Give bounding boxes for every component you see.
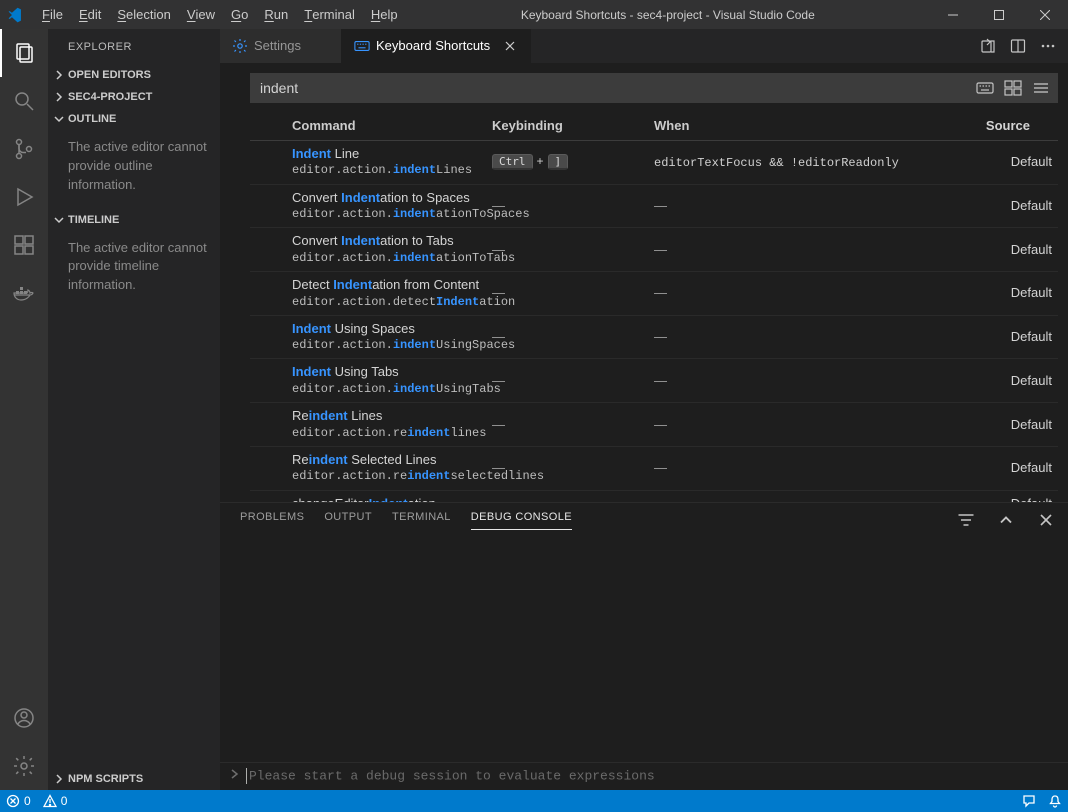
bottom-panel: PROBLEMS OUTPUT TERMINAL DEBUG CONSOLE Plea…	[220, 502, 1068, 790]
keybinding-row[interactable]: changeEditorIndentation——Default	[250, 491, 1058, 503]
panel-tab-problems[interactable]: PROBLEMS	[240, 511, 304, 530]
menu-run[interactable]: Run	[256, 0, 296, 29]
keybinding-row[interactable]: Convert Indentation to Spaceseditor.acti…	[250, 185, 1058, 229]
activity-bar	[0, 29, 48, 790]
tab-settings[interactable]: Settings	[220, 29, 342, 63]
keybinding-row[interactable]: Indent Lineeditor.action.indentLinesCtrl…	[250, 141, 1058, 185]
menu-terminal[interactable]: Terminal	[296, 0, 363, 29]
debug-placeholder: Please start a debug session to evaluate…	[249, 768, 655, 783]
keybinding-row[interactable]: Reindent Selected Lineseditor.action.rei…	[250, 447, 1058, 491]
keybinding-row[interactable]: Indent Using Tabseditor.action.indentUsi…	[250, 359, 1058, 403]
app-logo	[0, 6, 34, 24]
panel-tab-output[interactable]: OUTPUT	[324, 511, 372, 530]
titlebar: FileEditSelectionViewGoRunTerminalHelp K…	[0, 0, 1068, 29]
split-editor-icon[interactable]	[1010, 38, 1026, 54]
keybinding-row[interactable]: Indent Using Spaceseditor.action.indentU…	[250, 316, 1058, 360]
minimize-button[interactable]	[930, 0, 976, 29]
keyboard-icon	[354, 38, 370, 54]
prompt-chevron-icon	[230, 768, 240, 783]
menu-selection[interactable]: Selection	[109, 0, 178, 29]
panel-tabs: PROBLEMS OUTPUT TERMINAL DEBUG CONSOLE	[220, 503, 1068, 537]
sidebar-section-open-editors[interactable]: OPEN EDITORS	[48, 64, 220, 86]
menu-edit[interactable]: Edit	[71, 0, 109, 29]
menu-help[interactable]: Help	[363, 0, 406, 29]
activity-docker[interactable]	[0, 269, 48, 317]
panel-filter-icon[interactable]	[956, 510, 976, 530]
maximize-button[interactable]	[976, 0, 1022, 29]
tab-keyboard-shortcuts[interactable]: Keyboard Shortcuts	[342, 29, 531, 63]
panel-tab-terminal[interactable]: TERMINAL	[392, 511, 451, 530]
header-source[interactable]: Source	[924, 118, 1058, 133]
activity-run-debug[interactable]	[0, 173, 48, 221]
header-keybinding[interactable]: Keybinding	[486, 118, 648, 133]
sort-precedence-icon[interactable]	[1004, 79, 1022, 97]
keybinding-row[interactable]: Convert Indentation to Tabseditor.action…	[250, 228, 1058, 272]
activity-extensions[interactable]	[0, 221, 48, 269]
sidebar-title: EXPLORER	[48, 29, 220, 64]
sidebar: EXPLORER OPEN EDITORSSEC4-PROJECTOUTLINE…	[48, 29, 220, 790]
activity-search[interactable]	[0, 77, 48, 125]
sidebar-section-body: The active editor cannot provide outline…	[48, 130, 220, 209]
open-keybindings-json-icon[interactable]	[980, 38, 996, 54]
panel-tab-debug-console[interactable]: DEBUG CONSOLE	[471, 511, 572, 530]
window-title: Keyboard Shortcuts - sec4-project - Visu…	[406, 8, 930, 22]
editor-region: SettingsKeyboard Shortcuts	[220, 29, 1068, 790]
activity-accounts[interactable]	[0, 694, 48, 742]
panel-close-icon[interactable]	[1036, 510, 1056, 530]
status-feedback[interactable]	[1016, 794, 1042, 808]
activity-source-control[interactable]	[0, 125, 48, 173]
header-when[interactable]: When	[648, 118, 924, 133]
sidebar-section-outline[interactable]: OUTLINE	[48, 108, 220, 130]
menu-view[interactable]: View	[179, 0, 223, 29]
activity-settings[interactable]	[0, 742, 48, 790]
panel-collapse-icon[interactable]	[996, 510, 1016, 530]
sidebar-section-timeline[interactable]: TIMELINE	[48, 209, 220, 231]
sidebar-section-sec4-project[interactable]: SEC4-PROJECT	[48, 86, 220, 108]
keybinding-row[interactable]: Detect Indentation from Contenteditor.ac…	[250, 272, 1058, 316]
activity-explorer[interactable]	[0, 29, 48, 77]
close-button[interactable]	[1022, 0, 1068, 29]
keybinding-table-header: Command Keybinding When Source	[250, 111, 1058, 141]
more-actions-icon[interactable]	[1040, 38, 1056, 54]
tab-bar: SettingsKeyboard Shortcuts	[220, 29, 1068, 63]
header-command[interactable]: Command	[286, 118, 486, 133]
close-icon[interactable]	[502, 38, 518, 54]
menu-bar: FileEditSelectionViewGoRunTerminalHelp	[34, 0, 406, 29]
status-bell[interactable]	[1042, 794, 1068, 808]
sidebar-section-npm-scripts[interactable]: NPM SCRIPTS	[48, 768, 220, 790]
status-bar: 0 0	[0, 790, 1068, 812]
status-errors[interactable]: 0	[0, 794, 37, 808]
record-keys-icon[interactable]	[976, 79, 994, 97]
keybinding-row[interactable]: Reindent Lineseditor.action.reindentline…	[250, 403, 1058, 447]
tab-actions	[968, 29, 1068, 63]
status-warnings[interactable]: 0	[37, 794, 74, 808]
clear-search-icon[interactable]	[1032, 79, 1050, 97]
status-errors-count: 0	[24, 794, 31, 808]
debug-console-input[interactable]: Please start a debug session to evaluate…	[220, 762, 1068, 790]
status-warnings-count: 0	[61, 794, 68, 808]
sidebar-section-body: The active editor cannot provide timelin…	[48, 231, 220, 310]
keybinding-search-input[interactable]	[260, 80, 976, 96]
keybinding-search[interactable]	[250, 73, 1058, 103]
menu-go[interactable]: Go	[223, 0, 256, 29]
gear-icon	[232, 38, 248, 54]
menu-file[interactable]: File	[34, 0, 71, 29]
